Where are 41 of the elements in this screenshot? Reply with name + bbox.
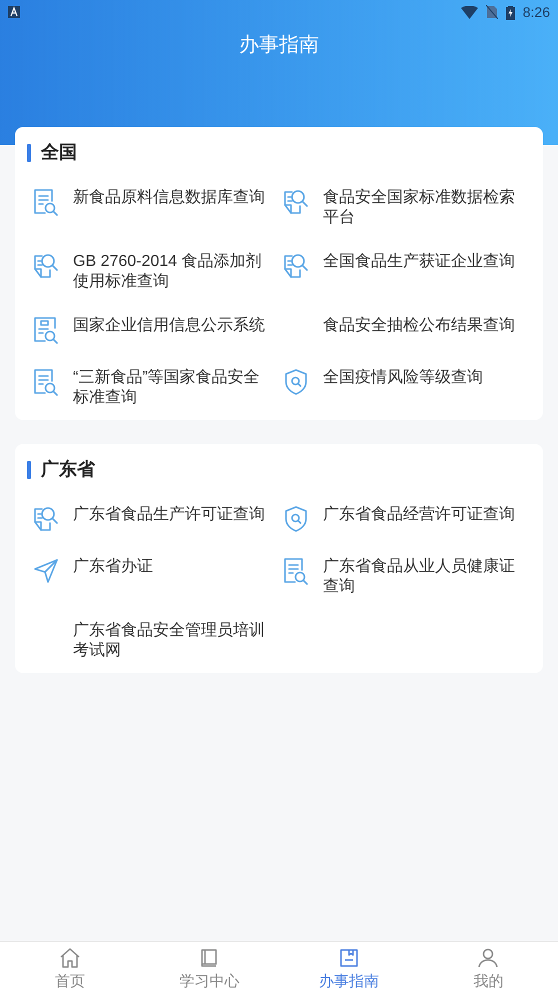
bookmark-document-icon <box>338 947 360 970</box>
page-search-icon <box>283 252 309 280</box>
tab[interactable]: 我的 <box>418 942 558 999</box>
guide-link[interactable]: GB 2760-2014 食品添加剂使用标准查询 <box>33 252 283 292</box>
guide-link[interactable]: 全国食品生产获证企业查询 <box>283 252 533 292</box>
app-notification-icon <box>8 6 20 18</box>
shield-search-icon <box>283 505 309 533</box>
guide-link[interactable]: 广东省食品从业人员健康证查询 <box>283 557 533 597</box>
guide-link[interactable]: 全国疫情风险等级查询 <box>283 368 533 408</box>
tab[interactable]: 首页 <box>0 942 140 999</box>
guide-link[interactable]: 食品安全抽检公布结果查询 <box>283 316 533 344</box>
send-icon <box>33 557 59 585</box>
battery-charging-icon <box>506 4 515 20</box>
guide-link[interactable]: 广东省食品经营许可证查询 <box>283 505 533 533</box>
guide-link[interactable]: 国家企业信用信息公示系统 <box>33 316 283 344</box>
document-search-icon <box>283 557 309 585</box>
guide-link[interactable]: 食品安全国家标准数据检索平台 <box>283 188 533 228</box>
page-search-icon <box>283 188 309 216</box>
section-title: 全国 <box>41 141 77 164</box>
guide-link[interactable]: 广东省食品生产许可证查询 <box>33 505 283 533</box>
status-time: 8:26 <box>522 2 550 22</box>
tab[interactable]: 办事指南 <box>279 942 418 999</box>
page-search-icon <box>33 252 59 280</box>
guide-link[interactable]: 广东省食品安全管理员培训考试网 <box>33 621 283 661</box>
page-title: 办事指南 <box>239 33 319 58</box>
guide-link[interactable]: “三新食品”等国家食品安全标准查询 <box>33 368 283 408</box>
user-icon <box>477 947 500 970</box>
wifi-icon <box>460 6 478 18</box>
tab[interactable]: 学习中心 <box>140 942 279 999</box>
no-sim-icon <box>486 5 498 19</box>
section-title: 广东省 <box>41 458 95 481</box>
section-marker <box>27 460 31 478</box>
page-search-icon <box>33 505 59 533</box>
document-search-icon <box>33 368 59 396</box>
home-icon <box>58 947 81 970</box>
shield-search-icon <box>283 368 309 396</box>
document-search-icon <box>33 188 59 216</box>
guide-link[interactable]: 广东省办证 <box>33 557 283 597</box>
document-search-icon <box>33 316 59 344</box>
section-marker <box>27 144 31 162</box>
guide-link[interactable]: 新食品原料信息数据库查询 <box>33 188 283 228</box>
